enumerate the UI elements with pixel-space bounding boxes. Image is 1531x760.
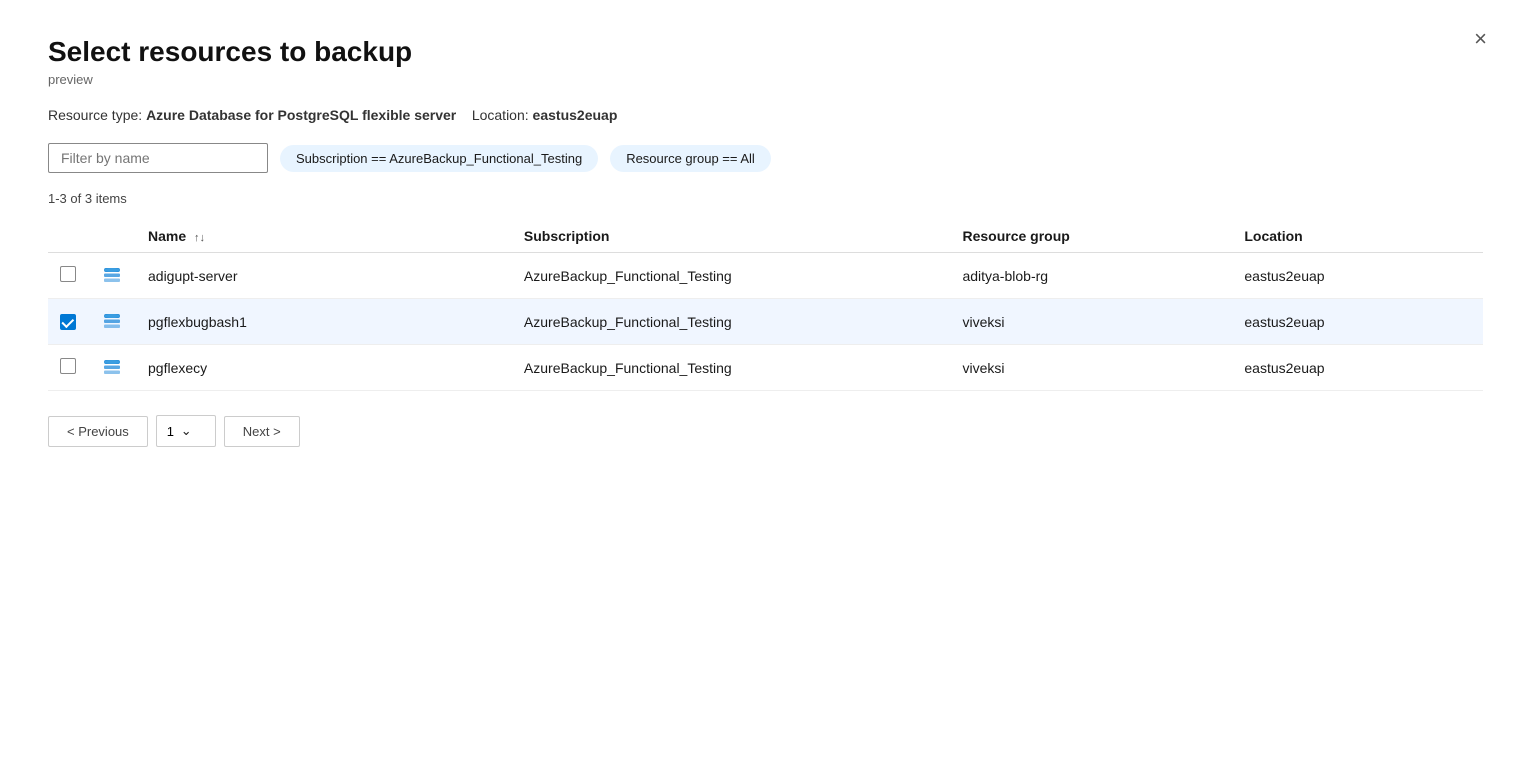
row-icon-cell (88, 253, 136, 299)
row-location: eastus2euap (1232, 253, 1483, 299)
row-resource-group: aditya-blob-rg (950, 253, 1232, 299)
row-checkbox-cell (48, 345, 88, 391)
resource-type-value: Azure Database for PostgreSQL flexible s… (146, 107, 456, 123)
resource-type-label: Resource type: (48, 107, 142, 123)
items-count: 1-3 of 3 items (48, 191, 1483, 206)
col-header-check (48, 220, 88, 253)
col-header-icon (88, 220, 136, 253)
dialog-subtitle: preview (48, 72, 1483, 87)
table-row[interactable]: pgflexbugbash1AzureBackup_Functional_Tes… (48, 299, 1483, 345)
row-name: pgflexecy (136, 345, 512, 391)
resource-info: Resource type: Azure Database for Postgr… (48, 107, 1483, 123)
database-icon (100, 309, 124, 333)
location-label: Location: (472, 107, 529, 123)
resources-table: Name ↑↓ Subscription Resource group Loca… (48, 220, 1483, 391)
page-select[interactable]: 1 ⌄ (156, 415, 216, 447)
next-button[interactable]: Next > (224, 416, 300, 447)
filter-by-name-input[interactable] (48, 143, 268, 173)
row-checkbox-cell (48, 299, 88, 345)
database-icon (100, 263, 124, 287)
close-button[interactable]: × (1466, 24, 1495, 54)
row-location: eastus2euap (1232, 299, 1483, 345)
table-row[interactable]: pgflexecyAzureBackup_Functional_Testingv… (48, 345, 1483, 391)
filters-row: Subscription == AzureBackup_Functional_T… (48, 143, 1483, 173)
chevron-down-icon: ⌄ (181, 423, 192, 439)
database-icon (100, 355, 124, 379)
row-resource-group: viveksi (950, 345, 1232, 391)
pagination-row: < Previous 1 ⌄ Next > (48, 415, 1483, 447)
row-location: eastus2euap (1232, 345, 1483, 391)
row-checkbox-unchecked[interactable] (60, 358, 76, 374)
row-checkbox-checked[interactable] (60, 314, 76, 330)
row-name: adigupt-server (136, 253, 512, 299)
col-header-resource-group: Resource group (950, 220, 1232, 253)
col-header-name[interactable]: Name ↑↓ (136, 220, 512, 253)
table-row[interactable]: adigupt-serverAzureBackup_Functional_Tes… (48, 253, 1483, 299)
row-subscription: AzureBackup_Functional_Testing (512, 299, 951, 345)
row-icon-cell (88, 299, 136, 345)
row-subscription: AzureBackup_Functional_Testing (512, 253, 951, 299)
row-name: pgflexbugbash1 (136, 299, 512, 345)
location-value: eastus2euap (533, 107, 618, 123)
col-header-subscription: Subscription (512, 220, 951, 253)
table-header-row: Name ↑↓ Subscription Resource group Loca… (48, 220, 1483, 253)
row-resource-group: viveksi (950, 299, 1232, 345)
sort-icon[interactable]: ↑↓ (194, 232, 205, 244)
dialog-title: Select resources to backup (48, 36, 1483, 68)
col-name-label: Name (148, 228, 186, 244)
dialog-container: × Select resources to backup preview Res… (0, 0, 1531, 760)
resource-group-filter-tag[interactable]: Resource group == All (610, 145, 771, 172)
row-icon-cell (88, 345, 136, 391)
row-checkbox-unchecked[interactable] (60, 266, 76, 282)
table-body: adigupt-serverAzureBackup_Functional_Tes… (48, 253, 1483, 391)
page-select-dropdown[interactable]: 1 (167, 424, 175, 439)
row-subscription: AzureBackup_Functional_Testing (512, 345, 951, 391)
row-checkbox-cell (48, 253, 88, 299)
previous-button[interactable]: < Previous (48, 416, 148, 447)
subscription-filter-tag[interactable]: Subscription == AzureBackup_Functional_T… (280, 145, 598, 172)
col-header-location: Location (1232, 220, 1483, 253)
